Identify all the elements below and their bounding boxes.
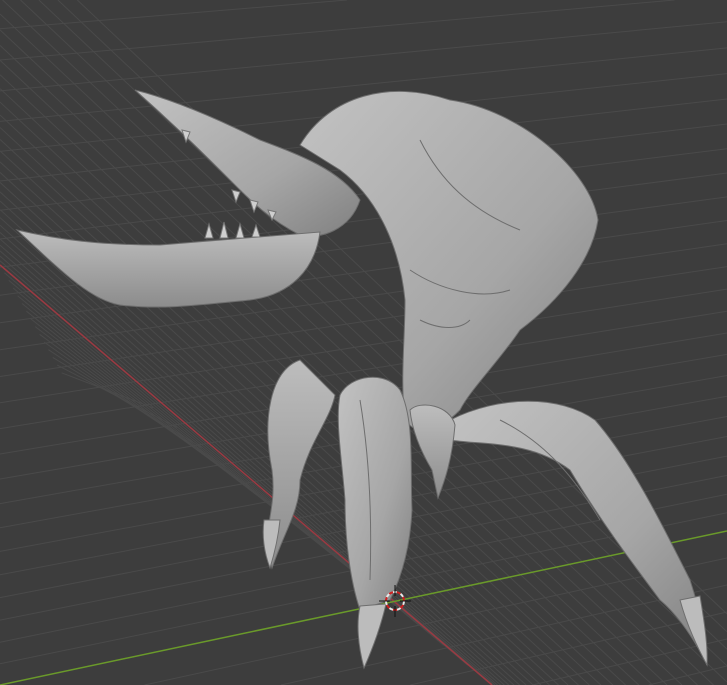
middle-leg (409, 404, 456, 500)
back-right-claw (679, 595, 708, 667)
grid-line (17, 295, 396, 607)
grid-line (0, 21, 727, 92)
grid-line (648, 665, 727, 685)
grid-line (0, 0, 347, 30)
front-leg (337, 376, 413, 611)
3d-viewport[interactable] (0, 0, 727, 685)
grid-line (144, 557, 727, 685)
viewport-canvas[interactable] (0, 0, 727, 685)
grid-line (0, 0, 675, 61)
front-claw (357, 603, 387, 670)
lower-jaw (15, 229, 321, 308)
torso (299, 90, 599, 432)
